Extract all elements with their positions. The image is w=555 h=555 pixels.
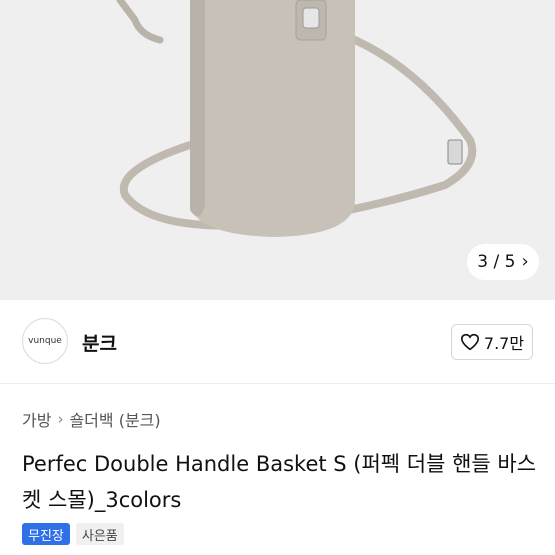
product-tags: 무진장 사은품 — [22, 523, 124, 545]
tag-gift: 사은품 — [75, 523, 124, 545]
product-title: Perfec Double Handle Basket S (퍼펙 더블 핸들 … — [22, 452, 537, 512]
tag-mujinjang: 무진장 — [22, 523, 70, 545]
shop-logo[interactable]: vunque — [22, 318, 68, 364]
breadcrumb: 가방 › 숄더백 (분크) — [22, 407, 161, 431]
like-count: 7.7만 — [483, 334, 525, 353]
shop-name[interactable]: 분크 — [82, 329, 117, 356]
breadcrumb-item-subcategory[interactable]: 숄더백 (분크) — [69, 407, 160, 431]
chevron-right-icon: › — [57, 410, 64, 428]
heart-outline-icon — [460, 333, 479, 351]
chevron-right-icon: › — [521, 251, 529, 272]
like-button[interactable]: 7.7만 — [451, 324, 533, 360]
product-image-carousel[interactable]: 3 / 5 › — [0, 0, 555, 300]
image-counter[interactable]: 3 / 5 › — [467, 244, 539, 280]
shop-logo-text: vunque — [28, 336, 62, 346]
breadcrumb-item-category[interactable]: 가방 — [22, 407, 51, 431]
image-counter-text: 3 / 5 — [477, 252, 516, 272]
shop-info-row: vunque 분크 7.7만 — [0, 300, 555, 384]
